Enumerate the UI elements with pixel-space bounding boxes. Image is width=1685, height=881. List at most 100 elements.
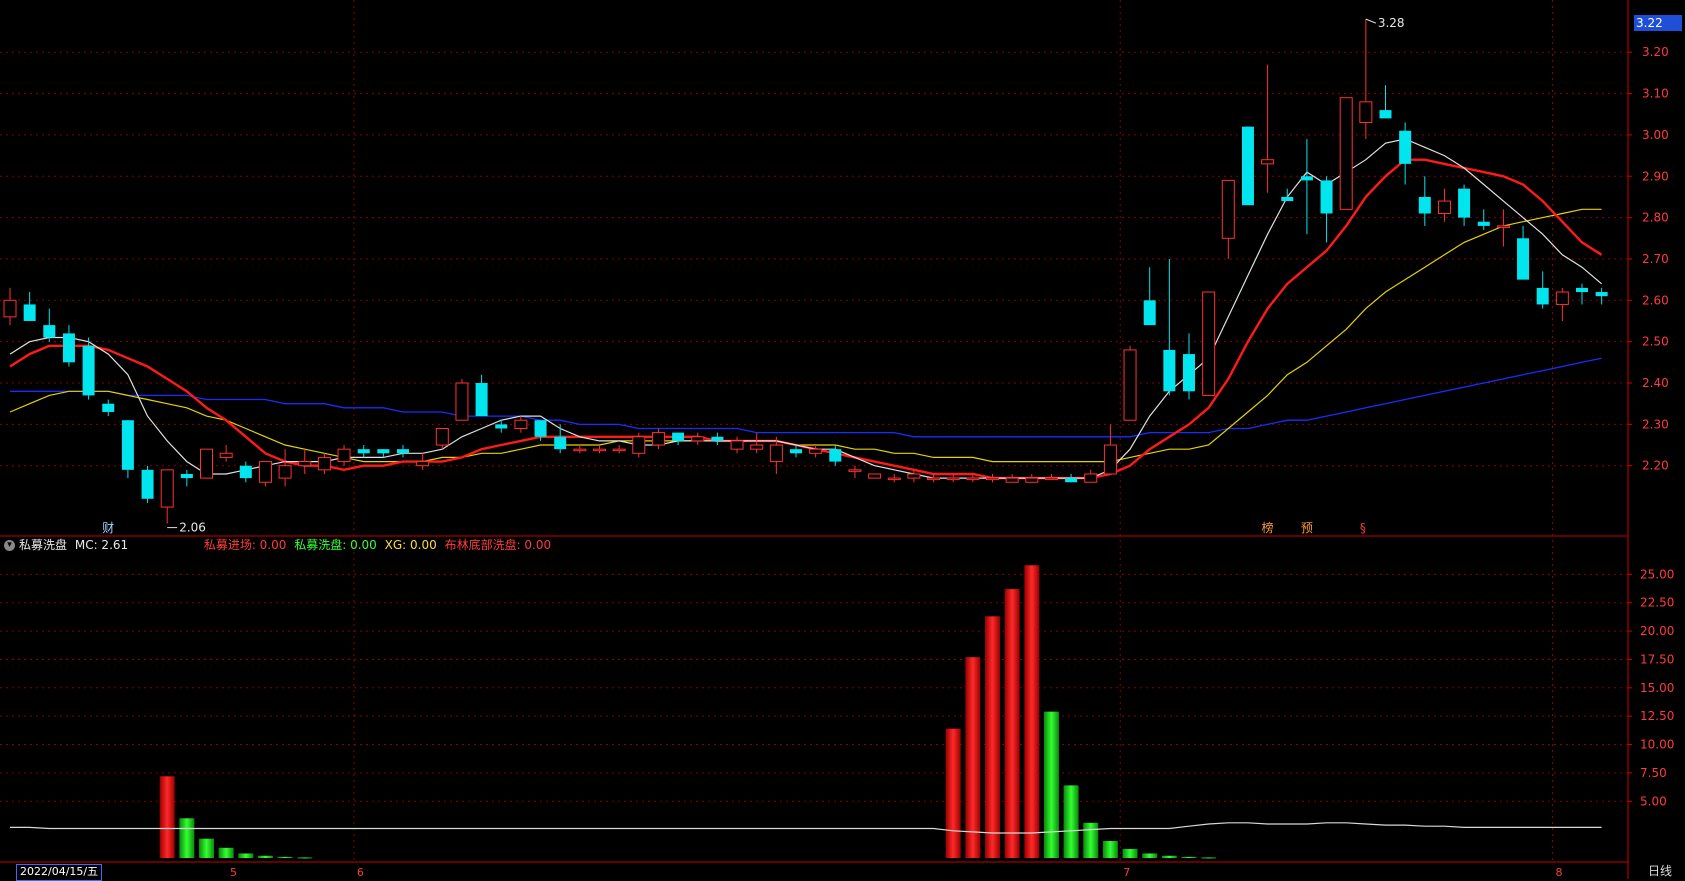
candle-body bbox=[475, 383, 488, 417]
price-tick-label: 3.10 bbox=[1642, 87, 1669, 101]
candle bbox=[82, 337, 95, 400]
candle bbox=[1241, 126, 1254, 206]
candle bbox=[141, 465, 154, 503]
entry-bar bbox=[1024, 565, 1040, 858]
volume-tick-label: 5.00 bbox=[1640, 794, 1667, 808]
stock-chart[interactable]: 3.20 3.10 3.00 2.90 2.80 2.70 2.60 2.50 2.40 2.30… bbox=[0, 0, 1685, 879]
wash-bar bbox=[1083, 822, 1099, 858]
wash-bar bbox=[1122, 848, 1138, 858]
month-label: 8 bbox=[1556, 866, 1563, 879]
candle-body bbox=[455, 382, 469, 421]
candle-body bbox=[1103, 444, 1117, 475]
candle-body bbox=[180, 473, 193, 479]
wash-bar bbox=[297, 857, 313, 859]
candle-body bbox=[554, 436, 567, 450]
indicator-legend: ▾ 私募洗盘 MC: 2.61 私募进场: 0.00 私募洗盘: 0.00 XG:… bbox=[4, 537, 555, 553]
mc-value: MC: 2.61 bbox=[74, 538, 129, 552]
candle-body bbox=[82, 345, 95, 396]
event-marker: 榜 bbox=[1262, 520, 1274, 535]
candle-body bbox=[730, 440, 744, 450]
entry-bar bbox=[985, 616, 1000, 858]
candle-body bbox=[495, 424, 508, 429]
candle-body bbox=[141, 469, 154, 499]
candle bbox=[632, 432, 646, 458]
wash-bar bbox=[238, 853, 254, 858]
wash-bar bbox=[199, 838, 214, 858]
wash-bar bbox=[1181, 856, 1197, 858]
event-marker: 财 bbox=[102, 521, 114, 535]
high-label: 3.28 bbox=[1378, 16, 1405, 30]
volume-tick-label: 10.00 bbox=[1640, 738, 1674, 752]
month-label: 6 bbox=[357, 866, 364, 879]
candle-body bbox=[1183, 354, 1195, 392]
volume-tick-label: 22.50 bbox=[1640, 596, 1674, 610]
candle-body bbox=[102, 403, 115, 412]
volume-tick-label: 17.50 bbox=[1640, 652, 1674, 666]
candle-body bbox=[593, 448, 606, 452]
price-tick-label: 3.00 bbox=[1642, 128, 1669, 142]
collapse-icon[interactable]: ▾ bbox=[4, 540, 15, 551]
month-label: 5 bbox=[230, 866, 237, 879]
price-tick-label: 2.60 bbox=[1642, 293, 1669, 307]
candle-body bbox=[887, 477, 901, 481]
candle-body bbox=[1221, 179, 1235, 239]
candle-body bbox=[1496, 225, 1510, 228]
candle-body bbox=[632, 436, 646, 454]
event-marker: 预 bbox=[1301, 521, 1313, 535]
candle-body bbox=[1025, 477, 1039, 483]
wash-bar bbox=[1142, 853, 1158, 858]
candle-body bbox=[23, 304, 36, 321]
price-tick-label: 3.20 bbox=[1642, 45, 1669, 59]
candle bbox=[1339, 97, 1353, 210]
candle-body bbox=[750, 444, 764, 450]
candle bbox=[121, 420, 134, 479]
candle bbox=[1202, 291, 1216, 396]
candle-body bbox=[377, 449, 390, 454]
wash-bar bbox=[1102, 840, 1118, 858]
candle-body bbox=[121, 420, 134, 470]
candle-body bbox=[435, 427, 449, 446]
candle-body bbox=[1281, 196, 1294, 202]
price-tick-label: 2.30 bbox=[1642, 417, 1669, 431]
wash-bar bbox=[257, 855, 273, 858]
candle-body bbox=[1320, 180, 1333, 214]
boll-value: 布林底部洗盘: 0.00 bbox=[444, 538, 552, 552]
current-price-badge: 3.22 bbox=[1634, 15, 1682, 31]
candle-body bbox=[1359, 101, 1373, 124]
entry-bar bbox=[1004, 589, 1020, 858]
candle-body bbox=[258, 461, 272, 483]
wash-bar bbox=[179, 818, 195, 858]
candle bbox=[200, 448, 213, 479]
price-tick-label: 2.80 bbox=[1642, 211, 1669, 225]
period-label[interactable]: 日线 bbox=[1648, 864, 1672, 879]
candle-body bbox=[651, 432, 665, 446]
price-tick-label: 2.40 bbox=[1642, 376, 1669, 390]
indicator-name[interactable]: 私募洗盘 bbox=[19, 538, 67, 552]
candle-body bbox=[1517, 238, 1530, 280]
wash-bar bbox=[218, 847, 234, 858]
candle-body bbox=[160, 469, 174, 508]
candle-body bbox=[1084, 473, 1098, 483]
candle-body bbox=[691, 436, 705, 442]
volume-tick-label: 12.50 bbox=[1640, 709, 1674, 723]
price-tick-label: 2.50 bbox=[1642, 335, 1669, 349]
candle-body bbox=[1241, 126, 1254, 206]
candle-body bbox=[1437, 200, 1451, 214]
candle-body bbox=[809, 448, 823, 454]
candle-body bbox=[43, 325, 56, 338]
candle-body bbox=[534, 420, 547, 437]
candle-body bbox=[1555, 291, 1569, 305]
candle-body bbox=[1044, 477, 1058, 481]
candle-body bbox=[829, 449, 842, 462]
date-label[interactable]: 2022/04/15/五 bbox=[16, 864, 103, 881]
candle-body bbox=[1163, 349, 1176, 392]
candle-body bbox=[1595, 292, 1608, 297]
event-marker: § bbox=[1360, 521, 1366, 535]
candle-body bbox=[317, 456, 331, 471]
candle-body bbox=[1202, 291, 1216, 396]
candle-body bbox=[711, 436, 724, 441]
candle-body bbox=[1065, 478, 1078, 483]
wash-bar bbox=[1043, 711, 1059, 858]
candle-body bbox=[573, 448, 587, 452]
candle-body bbox=[3, 299, 17, 318]
